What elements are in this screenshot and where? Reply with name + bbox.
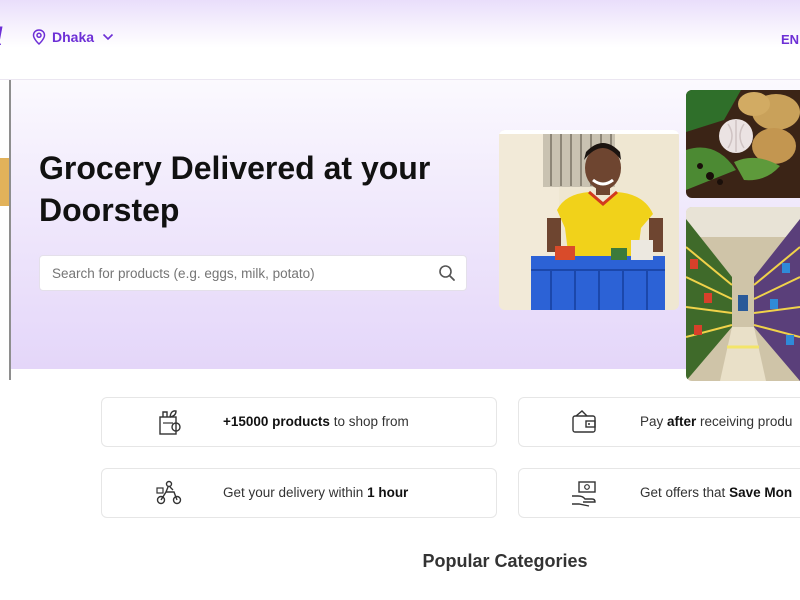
feature-text-delivery: Get your delivery within 1 hour [223, 485, 409, 500]
language-switcher[interactable]: EN [781, 32, 799, 47]
feature-card-delivery: Get your delivery within 1 hour [101, 468, 497, 518]
top-header: l Dhaka EN [0, 0, 800, 80]
location-selector[interactable]: Dhaka [32, 29, 114, 45]
feature-text-offers: Get offers that Save Mon [640, 485, 793, 500]
popular-categories-heading: Popular Categories [422, 551, 588, 571]
location-city: Dhaka [52, 29, 95, 45]
delivery-scooter-icon [156, 480, 182, 505]
chevron-down-icon [102, 33, 114, 41]
vegetables-image [686, 90, 800, 198]
grocery-bag-icon [159, 410, 181, 435]
location-pin-icon [32, 29, 46, 45]
product-search[interactable] [39, 255, 467, 291]
feature-text-products: +15000 products to shop from [223, 414, 409, 429]
side-tab[interactable] [0, 158, 9, 206]
feature-card-offers: Get offers that Save Mon [518, 468, 800, 518]
brand-logo[interactable]: l [0, 22, 3, 51]
feature-card-products: +15000 products to shop from [101, 397, 497, 447]
hero-title: Grocery Delivered at your Doorstep [39, 150, 431, 228]
feature-text-pay-after: Pay after receiving produ [640, 414, 793, 429]
supermarket-aisle-image [686, 207, 800, 381]
money-hand-icon [572, 481, 596, 507]
wallet-icon [572, 410, 596, 433]
search-icon[interactable] [438, 264, 456, 282]
search-input[interactable] [52, 265, 432, 281]
delivery-person-image [499, 130, 679, 310]
feature-card-pay-after: Pay after receiving produ [518, 397, 800, 447]
